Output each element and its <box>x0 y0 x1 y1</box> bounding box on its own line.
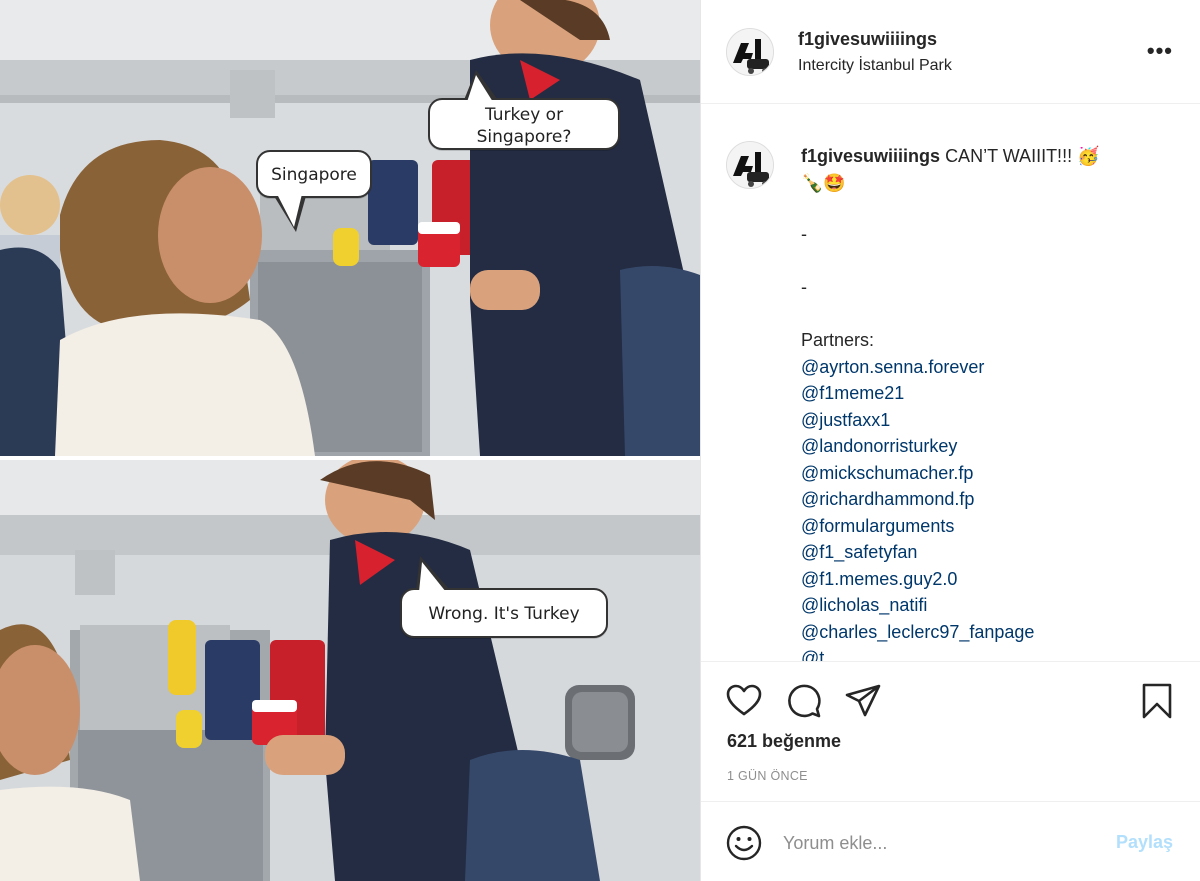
add-comment-bar: Paylaş <box>701 801 1200 881</box>
mention-link[interactable]: @ayrton.senna.forever <box>801 354 1181 381</box>
caption-dash-2: - <box>801 277 807 297</box>
post-location[interactable]: Intercity İstanbul Park <box>798 57 952 75</box>
avatar[interactable] <box>726 28 774 76</box>
mention-link[interactable]: @licholas_natifi <box>801 592 1181 619</box>
speech-bubble-answer: Singapore <box>256 150 372 232</box>
cabin-scene-bottom <box>0 460 700 881</box>
post-comment-button[interactable]: Paylaş <box>1116 832 1173 853</box>
mention-link[interactable]: @richardhammond.fp <box>801 486 1181 513</box>
post-username[interactable]: f1givesuwiiiings <box>798 29 937 50</box>
speech-bubble-correction: Wrong. It's Turkey <box>400 556 608 638</box>
post-header: f1givesuwiiiings Intercity İstanbul Park… <box>701 0 1200 104</box>
post-side-panel: f1givesuwiiiings Intercity İstanbul Park… <box>700 0 1200 881</box>
more-options-icon[interactable]: ••• <box>1147 38 1173 64</box>
caption-body: - - Partners: @ayrton.senna.forever @f1m… <box>801 221 1181 661</box>
partners-label: Partners: <box>801 330 875 350</box>
mention-link[interactable]: @f1.memes.guy2.0 <box>801 566 1181 593</box>
bubble-question-text: Turkey or Singapore? <box>476 105 572 147</box>
caption-avatar[interactable] <box>726 141 774 189</box>
caption-dash-1: - <box>801 224 807 244</box>
mention-link[interactable]: @mickschumacher.fp <box>801 460 1181 487</box>
share-icon[interactable] <box>844 682 882 720</box>
emoji-icon[interactable] <box>725 824 763 862</box>
comment-input[interactable] <box>783 828 1103 858</box>
speech-bubble-question: Turkey or Singapore? <box>428 70 620 150</box>
post-actions: 621 beğenme 1 GÜN ÖNCE <box>701 661 1200 801</box>
cabin-scene-top <box>0 0 700 456</box>
mention-link[interactable]: @charles_leclerc97_fanpage <box>801 619 1181 646</box>
bubble-answer-text: Singapore <box>271 165 357 185</box>
heart-icon[interactable] <box>725 682 763 720</box>
mention-link[interactable]: @formularguments <box>801 513 1181 540</box>
f1-logo-avatar-icon <box>727 29 773 75</box>
likes-count[interactable]: 621 beğenme <box>727 731 841 752</box>
caption-area[interactable]: f1givesuwiiiings CAN’T WAIIIT!!! 🥳 🍾🤩 - … <box>701 105 1200 661</box>
mention-link[interactable]: @landonorristurkey <box>801 433 1181 460</box>
post-media[interactable]: Turkey or Singapore? Singapore Wrong. It… <box>0 0 700 881</box>
mention-link[interactable]: @t <box>801 645 1181 661</box>
caption-text: CAN’T WAIIIT!!! 🥳 <box>945 146 1100 166</box>
f1-logo-avatar-icon <box>727 142 773 188</box>
mention-link[interactable]: @justfaxx1 <box>801 407 1181 434</box>
bubble-correction-text: Wrong. It's Turkey <box>428 604 580 624</box>
mention-link[interactable]: @f1meme21 <box>801 380 1181 407</box>
meme-panel-bottom <box>0 460 700 881</box>
caption-username[interactable]: f1givesuwiiiings <box>801 146 940 166</box>
caption-headline: f1givesuwiiiings CAN’T WAIIIT!!! 🥳 🍾🤩 <box>801 143 1141 196</box>
caption-emojis: 🍾🤩 <box>801 172 846 193</box>
bookmark-icon[interactable] <box>1138 682 1176 720</box>
mention-link[interactable]: @f1_safetyfan <box>801 539 1181 566</box>
post-timestamp[interactable]: 1 GÜN ÖNCE <box>727 769 808 783</box>
meme-panel-top <box>0 0 700 456</box>
comment-icon[interactable] <box>785 682 823 720</box>
